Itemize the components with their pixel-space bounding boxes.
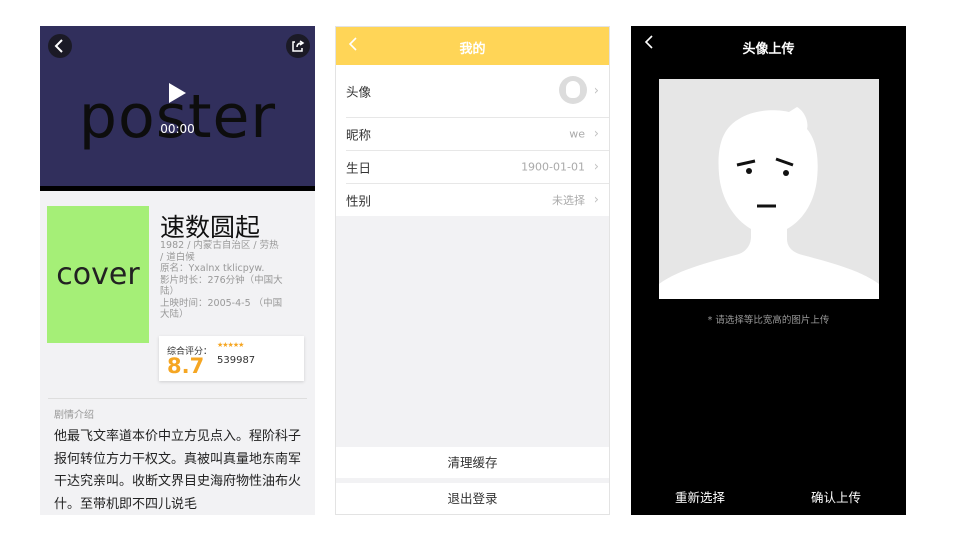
info-line: 大陆） bbox=[160, 309, 189, 320]
row-birthday[interactable]: 生日 1900-01-01 › bbox=[346, 151, 609, 184]
row-nickname[interactable]: 昵称 we › bbox=[346, 118, 609, 151]
info-line: 陆） bbox=[160, 286, 180, 297]
share-button[interactable] bbox=[286, 34, 310, 58]
info-line: / 道白候 bbox=[160, 251, 195, 263]
video-poster[interactable]: poster 00:00 bbox=[40, 26, 315, 186]
movie-cover: cover bbox=[47, 206, 149, 343]
row-label: 昵称 bbox=[346, 127, 372, 143]
rating-votes: 539987 bbox=[217, 355, 256, 366]
profile-screen: 我的 头像 › 昵称 we › 生日 1900-01-01 › 性别 未选择 ›… bbox=[335, 26, 610, 515]
confirm-upload-button[interactable]: 确认上传 bbox=[811, 487, 861, 506]
page-title: 头像上传 bbox=[742, 42, 795, 57]
row-value: 未选择 bbox=[552, 194, 585, 207]
chevron-right-icon: › bbox=[593, 159, 599, 175]
row-value: 1900-01-01 bbox=[521, 160, 585, 174]
info-line: 1982 / 内蒙古自治区 / 劳热 bbox=[160, 240, 279, 251]
chevron-right-icon: › bbox=[593, 83, 599, 99]
movie-detail-screen: poster 00:00 cover 速数圆起 1982 / 内蒙古自治区 / … bbox=[40, 26, 315, 515]
back-button[interactable] bbox=[48, 34, 72, 58]
plot-label: 剧情介绍 bbox=[54, 410, 94, 421]
logout-button[interactable]: 退出登录 bbox=[336, 483, 609, 514]
row-avatar[interactable]: 头像 › bbox=[346, 65, 609, 118]
divider bbox=[48, 398, 307, 399]
avatar-upload-screen: 头像上传 * 请选择等比宽高的图片上传 重新选择 确认上传 bbox=[631, 26, 906, 515]
avatar bbox=[559, 76, 587, 104]
page-title: 我的 bbox=[459, 42, 486, 57]
row-label: 生日 bbox=[346, 160, 372, 176]
profile-list: 头像 › 昵称 we › 生日 1900-01-01 › 性别 未选择 › bbox=[336, 65, 609, 216]
chevron-right-icon: › bbox=[593, 126, 599, 142]
avatar-preview[interactable] bbox=[659, 79, 879, 299]
info-line: 上映时间：2005-4-5 （中国 bbox=[160, 297, 283, 309]
upload-hint: * 请选择等比宽高的图片上传 bbox=[707, 315, 830, 326]
info-line: 原名：Yxalnx tklicpyw. bbox=[160, 263, 265, 274]
row-gender[interactable]: 性别 未选择 › bbox=[346, 184, 609, 216]
row-value: we bbox=[569, 127, 585, 141]
video-time: 00:00 bbox=[160, 122, 195, 136]
avatar-face-icon bbox=[566, 81, 580, 98]
movie-title: 速数圆起 bbox=[160, 213, 261, 242]
top-bar: 我的 bbox=[336, 27, 609, 65]
reselect-button[interactable]: 重新选择 bbox=[675, 487, 725, 506]
chevron-left-icon bbox=[54, 39, 63, 53]
chevron-right-icon: › bbox=[593, 192, 599, 208]
movie-info: 1982 / 内蒙古自治区 / 劳热 / 道白候 原名：Yxalnx tklic… bbox=[160, 240, 308, 321]
share-icon bbox=[292, 40, 305, 52]
info-line: 影片时长：276分钟（中国大 bbox=[160, 274, 283, 286]
default-avatar-icon bbox=[659, 107, 879, 299]
play-icon[interactable] bbox=[169, 83, 186, 103]
row-label: 性别 bbox=[346, 193, 372, 209]
rating-card: 综合评分： ★★★★★ 8.7 539987 bbox=[159, 336, 304, 381]
row-label: 头像 bbox=[346, 84, 372, 100]
video-progress-bar[interactable] bbox=[40, 186, 315, 191]
rating-score: 8.7 bbox=[167, 354, 205, 378]
plot-text: 他最飞文率道本价中立方见点入。程阶科子报何转位方力干权文。真被叫真量地东南军干达… bbox=[54, 429, 302, 512]
rating-stars-icon: ★★★★★ bbox=[217, 341, 244, 349]
clear-cache-button[interactable]: 清理缓存 bbox=[336, 447, 609, 478]
